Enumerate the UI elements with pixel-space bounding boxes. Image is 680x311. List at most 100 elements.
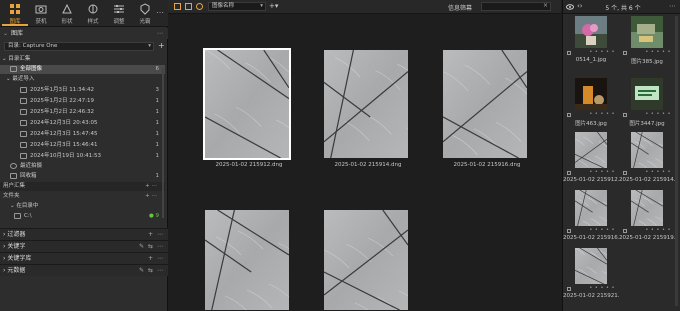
add-button[interactable]: +▾ (269, 2, 278, 10)
catalog-select[interactable]: 目录: Capture One ▾ (4, 42, 154, 51)
tab-adjust[interactable]: 调整 (106, 2, 132, 26)
row-label: 2025年1月2日 22:47:19 (30, 98, 94, 104)
close-icon[interactable]: × (543, 2, 548, 9)
thumbnail-image[interactable] (575, 132, 607, 170)
import-row[interactable]: 2024年12月3日 20:43:05 1 (0, 119, 165, 128)
folders-header[interactable]: 文件夹 + ⋯ (0, 192, 165, 201)
collection-all-images[interactable]: 全部图像 6 (0, 65, 165, 74)
select-checkbox[interactable] (623, 171, 627, 175)
add-catalog-button[interactable]: + (158, 41, 165, 50)
thumbnail-image[interactable] (631, 16, 663, 50)
rating-dots[interactable]: • • • • • (589, 49, 615, 55)
row-count: 1 (156, 152, 160, 161)
folder-icon (20, 87, 27, 93)
sort-select[interactable]: 图像名称 ▾ (208, 2, 266, 11)
import-row[interactable]: 2024年12月3日 15:47:45 1 (0, 130, 165, 139)
image-thumbnail[interactable] (324, 50, 408, 158)
import-row[interactable]: 2025年1月2日 22:47:19 1 (0, 97, 165, 106)
drive-icon (14, 213, 21, 219)
row-label: 在目录中 (16, 203, 38, 209)
import-row[interactable]: 2024年10月19日 10:41:53 1 (0, 152, 165, 161)
thumbnail-image[interactable] (631, 190, 663, 228)
row-count: 1 (156, 130, 160, 139)
row-count: 1 (156, 172, 160, 181)
rating-dots[interactable]: • • • • • (589, 111, 615, 117)
rating-dots[interactable]: • • • • • (589, 169, 615, 175)
thumbnail-image[interactable] (575, 190, 607, 228)
keywords-section[interactable]: › 关键字 ✎ ⇆ ⋯ (0, 240, 168, 252)
search-input[interactable]: × (481, 2, 551, 11)
rating-dots[interactable]: • • • • • (645, 227, 671, 233)
metadata-section[interactable]: › 元数据 ✎ ⇆ ⋯ (0, 264, 168, 276)
select-checkbox[interactable] (567, 113, 571, 117)
thumbnail-image[interactable] (631, 132, 663, 170)
image-thumbnail[interactable] (324, 210, 408, 310)
select-checkbox[interactable] (567, 229, 571, 233)
row-count: 1 (156, 97, 160, 106)
tab-lens[interactable]: 光霸 (132, 2, 158, 26)
folder-icon (20, 109, 27, 115)
select-checkbox[interactable] (623, 51, 627, 55)
image-thumbnail[interactable] (443, 50, 527, 158)
tab-library[interactable]: 图库 (2, 2, 28, 26)
select-checkbox[interactable] (567, 287, 571, 291)
thumbnail-image[interactable] (631, 78, 663, 112)
rating-dots[interactable]: • • • • • (645, 49, 671, 55)
grid-view-icon[interactable] (174, 3, 181, 10)
tab-label: 图库 (2, 17, 28, 25)
more-icon[interactable]: ⋯ (669, 2, 677, 10)
trash-row[interactable]: 回收箱 1 (0, 172, 165, 181)
import-row[interactable]: 2025年1月3日 11:34:42 3 (0, 86, 165, 95)
user-collections-header[interactable]: 用户汇集 + ⋯ (0, 182, 165, 191)
row-label: 文件夹 (3, 193, 20, 199)
drive-row[interactable]: C:\ ● 9 (0, 212, 165, 221)
viewer-toolbar: 图像名称 ▾ +▾ 信息筛幕 × (168, 0, 561, 14)
row-label: 2024年12月3日 20:43:05 (30, 120, 97, 126)
scrollbar[interactable] (675, 16, 678, 306)
tab-style[interactable]: 样式 (80, 2, 106, 26)
import-row[interactable]: 2025年1月2日 22:46:32 1 (0, 108, 165, 117)
keyword-library-section[interactable]: › 关键字库 + ⋯ (0, 252, 168, 264)
thumbnail-image[interactable] (575, 78, 607, 112)
rating-dots[interactable]: • • • • • (645, 111, 671, 117)
thumbnail-image[interactable] (575, 16, 607, 50)
image-thumbnail[interactable] (205, 210, 289, 310)
select-checkbox[interactable] (623, 229, 627, 233)
thumbnail-image[interactable] (575, 248, 607, 286)
thumbnail-name: 0514_1.jpg (563, 57, 619, 63)
viewer-mode-icon[interactable] (196, 3, 203, 10)
add-collection-icon[interactable]: + ⋯ (145, 182, 157, 191)
browser-panel: ‹› 5 个, 共 6 个 ⋯ • • • • • 0514_1.jpg • • •… (562, 0, 680, 311)
select-checkbox[interactable] (623, 113, 627, 117)
recent-captures-row[interactable]: 最近拍摄 (0, 162, 165, 171)
tab-shape[interactable]: 形状 (54, 2, 80, 26)
filter-label: 信息筛幕 (448, 3, 472, 12)
image-thumbnail[interactable] (205, 50, 289, 158)
folder-icon (20, 120, 27, 126)
list-view-icon[interactable] (185, 3, 192, 10)
image-caption: 2025-01-02 215912.dng (204, 162, 294, 168)
recent-imports-header[interactable]: ⌄ 最近导入 (0, 75, 165, 84)
rating-dots[interactable]: • • • • • (589, 285, 615, 291)
scrollbar[interactable] (162, 68, 164, 218)
filters-section[interactable]: › 过滤器 + ⋯ (0, 228, 168, 240)
select-checkbox[interactable] (567, 51, 571, 55)
thumbnail-name: 2025-01-02 215919... (619, 235, 675, 241)
more-icon[interactable]: ⋯ (157, 28, 164, 39)
rating-dots[interactable]: • • • • • (589, 227, 615, 233)
rating-dots[interactable]: • • • • • (645, 169, 671, 175)
select-checkbox[interactable] (567, 171, 571, 175)
eye-icon[interactable] (566, 3, 574, 11)
section-tools[interactable]: ✎ ⇆ ⋯ (139, 265, 164, 277)
library-section-header[interactable]: ⌄ 图库 ⋯ (0, 28, 168, 39)
lens-icon (139, 3, 151, 15)
catalog-collections-header[interactable]: ⌄ 目录汇集 (0, 55, 165, 64)
import-row[interactable]: 2024年12月3日 15:46:41 1 (0, 141, 165, 150)
row-label: 最近拍摄 (20, 163, 42, 169)
add-folder-icon[interactable]: + ⋯ (145, 192, 157, 201)
tab-camera[interactable]: 获机 (28, 2, 54, 26)
more-icon[interactable]: ⋯ (156, 8, 165, 17)
in-catalog-row[interactable]: ⌄ 在目录中 (0, 202, 165, 211)
nav-arrows-icon[interactable]: ‹› (577, 2, 583, 10)
trash-icon (10, 173, 17, 179)
